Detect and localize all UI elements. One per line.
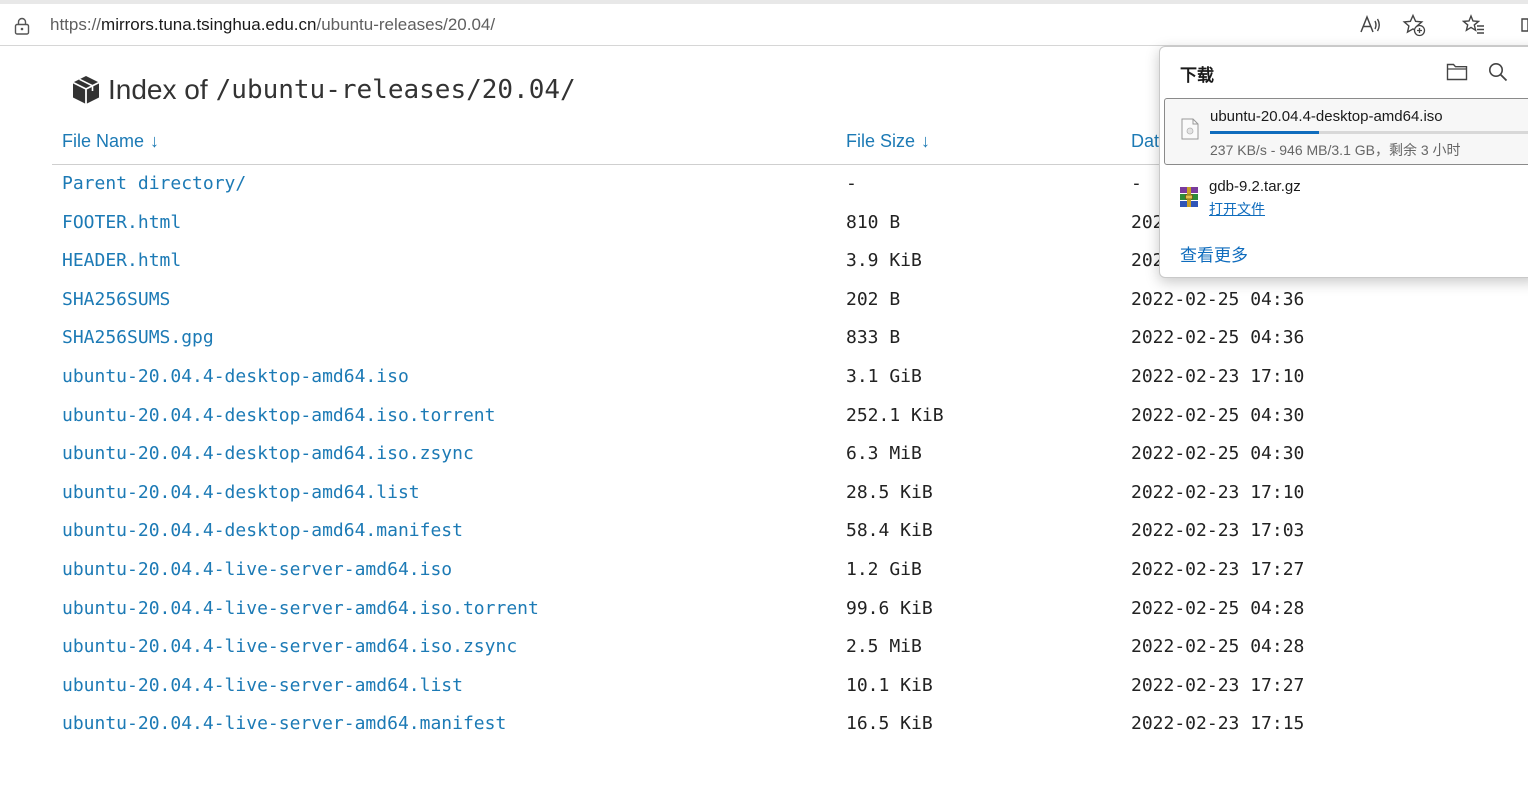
file-size: 202 B <box>846 288 901 310</box>
lock-icon[interactable] <box>14 17 30 35</box>
title-prefix: Index of <box>108 74 208 105</box>
file-date: 2022-02-25 04:30 <box>1131 404 1305 426</box>
file-size: 6.3 MiB <box>846 443 922 465</box>
tab-strip-edge <box>0 0 1528 4</box>
folder-icon[interactable] <box>1446 61 1468 81</box>
file-date: 2022-02-23 17:15 <box>1131 713 1305 735</box>
title-path: /ubuntu-releases/20.04/ <box>215 75 576 105</box>
url-host: mirrors.tuna.tsinghua.edu.cn <box>101 15 317 34</box>
column-header-date[interactable]: Dat <box>1131 131 1159 152</box>
file-date: 2022-02-23 17:10 <box>1131 481 1305 503</box>
column-header-file-size[interactable]: File Size ↓ <box>846 131 930 152</box>
file-size: 252.1 KiB <box>846 404 944 426</box>
downloads-panel: 下载 ubuntu-20.04.4-desktop-amd64.iso 237 … <box>1159 46 1528 278</box>
download-item[interactable]: gdb-9.2.tar.gz 打开文件 <box>1164 171 1528 219</box>
table-row: ubuntu-20.04.4-live-server-amd64.iso 1.2… <box>0 551 1528 590</box>
table-row: ubuntu-20.04.4-live-server-amd64.list 10… <box>0 667 1528 706</box>
download-status: 237 KB/s - 946 MB/3.1 GB，剩余 3 小时 <box>1210 142 1461 158</box>
file-date: 2022-02-25 04:28 <box>1131 597 1305 619</box>
file-date: 2022-02-25 04:36 <box>1131 288 1305 310</box>
file-date: 2022-02-25 04:36 <box>1131 327 1305 349</box>
favorites-icon[interactable] <box>1462 13 1486 37</box>
table-row: ubuntu-20.04.4-desktop-amd64.list 28.5 K… <box>0 474 1528 513</box>
table-row: ubuntu-20.04.4-live-server-amd64.iso.zsy… <box>0 628 1528 667</box>
url-field[interactable]: https://mirrors.tuna.tsinghua.edu.cn/ubu… <box>50 15 495 35</box>
download-progress-fill <box>1210 131 1319 134</box>
table-row: ubuntu-20.04.4-desktop-amd64.manifest 58… <box>0 512 1528 551</box>
url-path: /ubuntu-releases/20.04/ <box>316 15 496 34</box>
file-link[interactable]: ubuntu-20.04.4-desktop-amd64.list <box>62 482 420 503</box>
file-link[interactable]: Parent directory/ <box>62 173 246 194</box>
file-size: 58.4 KiB <box>846 520 933 542</box>
column-header-label: Dat <box>1131 131 1160 151</box>
column-header-file-name[interactable]: File Name ↓ <box>62 131 159 152</box>
file-size: 1.2 GiB <box>846 558 922 580</box>
file-icon <box>1181 118 1199 140</box>
box-icon <box>72 76 100 104</box>
file-link[interactable]: ubuntu-20.04.4-live-server-amd64.iso.tor… <box>62 598 539 619</box>
file-date: 2022-02-25 04:28 <box>1131 636 1305 658</box>
download-progress-bar <box>1210 131 1528 134</box>
table-row: ubuntu-20.04.4-desktop-amd64.iso.zsync 6… <box>0 435 1528 474</box>
read-aloud-icon[interactable] <box>1358 13 1382 37</box>
archive-icon <box>1180 187 1198 207</box>
file-size: 2.5 MiB <box>846 636 922 658</box>
sort-arrow-icon: ↓ <box>921 131 931 151</box>
download-file-name: gdb-9.2.tar.gz <box>1209 178 1301 195</box>
file-link[interactable]: FOOTER.html <box>62 212 181 233</box>
file-size: 3.1 GiB <box>846 365 922 387</box>
column-header-label: File Size <box>846 131 916 151</box>
extensions-icon[interactable] <box>1516 13 1528 37</box>
downloads-title: 下载 <box>1180 66 1214 86</box>
open-file-link[interactable]: 打开文件 <box>1209 199 1265 219</box>
file-link[interactable]: SHA256SUMS <box>62 289 170 310</box>
add-favorite-icon[interactable] <box>1402 13 1426 37</box>
file-link[interactable]: ubuntu-20.04.4-live-server-amd64.manifes… <box>62 713 506 734</box>
table-row: ubuntu-20.04.4-live-server-amd64.manifes… <box>0 705 1528 744</box>
download-file-name: ubuntu-20.04.4-desktop-amd64.iso <box>1210 108 1443 125</box>
page-title: Index of /ubuntu-releases/20.04/ <box>70 70 576 110</box>
file-date: - <box>1131 173 1142 194</box>
file-date: 2022-02-23 17:03 <box>1131 520 1305 542</box>
file-date: 2022-02-23 17:27 <box>1131 674 1305 696</box>
file-link[interactable]: HEADER.html <box>62 250 181 271</box>
file-date: 2022-02-23 17:10 <box>1131 365 1305 387</box>
file-size: 833 B <box>846 327 901 349</box>
browser-address-bar: https://mirrors.tuna.tsinghua.edu.cn/ubu… <box>0 0 1528 46</box>
table-row: ubuntu-20.04.4-live-server-amd64.iso.tor… <box>0 590 1528 629</box>
table-row: SHA256SUMS 202 B 2022-02-25 04:36 <box>0 281 1528 320</box>
file-link[interactable]: ubuntu-20.04.4-live-server-amd64.iso <box>62 559 452 580</box>
file-link[interactable]: SHA256SUMS.gpg <box>62 327 214 348</box>
file-size: 16.5 KiB <box>846 713 933 735</box>
file-link[interactable]: ubuntu-20.04.4-desktop-amd64.iso <box>62 366 409 387</box>
file-size: 28.5 KiB <box>846 481 933 503</box>
file-link[interactable]: ubuntu-20.04.4-live-server-amd64.iso.zsy… <box>62 636 517 657</box>
file-link[interactable]: ubuntu-20.04.4-desktop-amd64.iso.torrent <box>62 405 495 426</box>
file-link[interactable]: ubuntu-20.04.4-desktop-amd64.iso.zsync <box>62 443 474 464</box>
file-link[interactable]: ubuntu-20.04.4-live-server-amd64.list <box>62 675 463 696</box>
file-size: 99.6 KiB <box>846 597 933 619</box>
file-size: 10.1 KiB <box>846 674 933 696</box>
file-link[interactable]: ubuntu-20.04.4-desktop-amd64.manifest <box>62 520 463 541</box>
url-scheme: https:// <box>50 15 102 34</box>
file-date: 2022-02-25 04:30 <box>1131 443 1305 465</box>
sort-arrow-icon: ↓ <box>150 131 160 151</box>
file-size: 3.9 KiB <box>846 250 922 272</box>
table-row: ubuntu-20.04.4-desktop-amd64.iso.torrent… <box>0 397 1528 436</box>
table-row: ubuntu-20.04.4-desktop-amd64.iso 3.1 GiB… <box>0 358 1528 397</box>
file-size: 810 B <box>846 211 901 233</box>
table-row: SHA256SUMS.gpg 833 B 2022-02-25 04:36 <box>0 319 1528 358</box>
see-more-link[interactable]: 查看更多 <box>1180 241 1248 266</box>
search-icon[interactable] <box>1487 61 1509 83</box>
file-date: 2022-02-23 17:27 <box>1131 558 1305 580</box>
file-size: - <box>846 173 857 194</box>
column-header-label: File Name <box>62 131 145 151</box>
download-item-active[interactable]: ubuntu-20.04.4-desktop-amd64.iso 237 KB/… <box>1164 98 1528 165</box>
